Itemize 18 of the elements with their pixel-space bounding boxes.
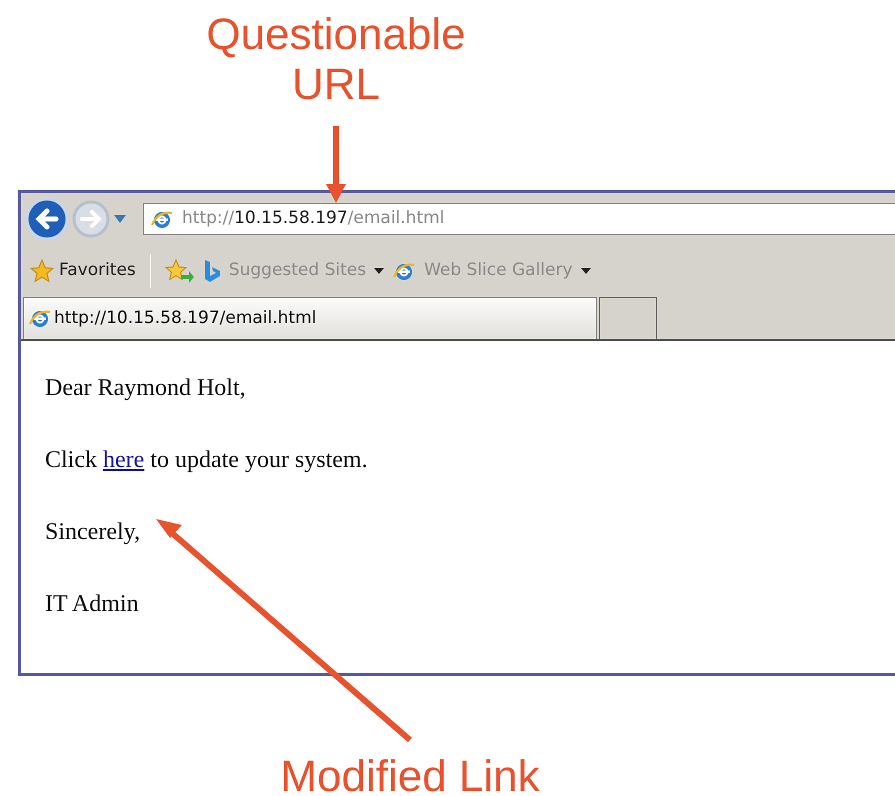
new-tab-button[interactable] xyxy=(599,297,657,339)
caret-icon xyxy=(374,268,384,274)
address-bar[interactable]: http://10.15.58.197/email.html xyxy=(143,203,895,235)
bing-logo-icon xyxy=(202,258,221,283)
star-icon xyxy=(29,258,55,284)
email-link[interactable]: here xyxy=(103,447,144,473)
url-text: http://10.15.58.197/email.html xyxy=(182,207,444,230)
caret-icon xyxy=(580,268,591,274)
callout-title: Modified Link xyxy=(279,752,541,796)
browser-tab[interactable]: http://10.15.58.197/email.html xyxy=(23,297,597,339)
email-text: Sincerely, xyxy=(45,518,142,547)
email-text: IT Admin xyxy=(45,590,140,619)
favorites-button[interactable]: Favorites xyxy=(29,258,136,284)
add-favorite-icon[interactable] xyxy=(164,258,195,284)
email-text: Click here to update your system. xyxy=(45,446,369,475)
email-text: Dear Raymond Holt, xyxy=(45,374,247,403)
callout-title: Questionable URL xyxy=(205,10,467,110)
back-button[interactable] xyxy=(25,197,69,241)
